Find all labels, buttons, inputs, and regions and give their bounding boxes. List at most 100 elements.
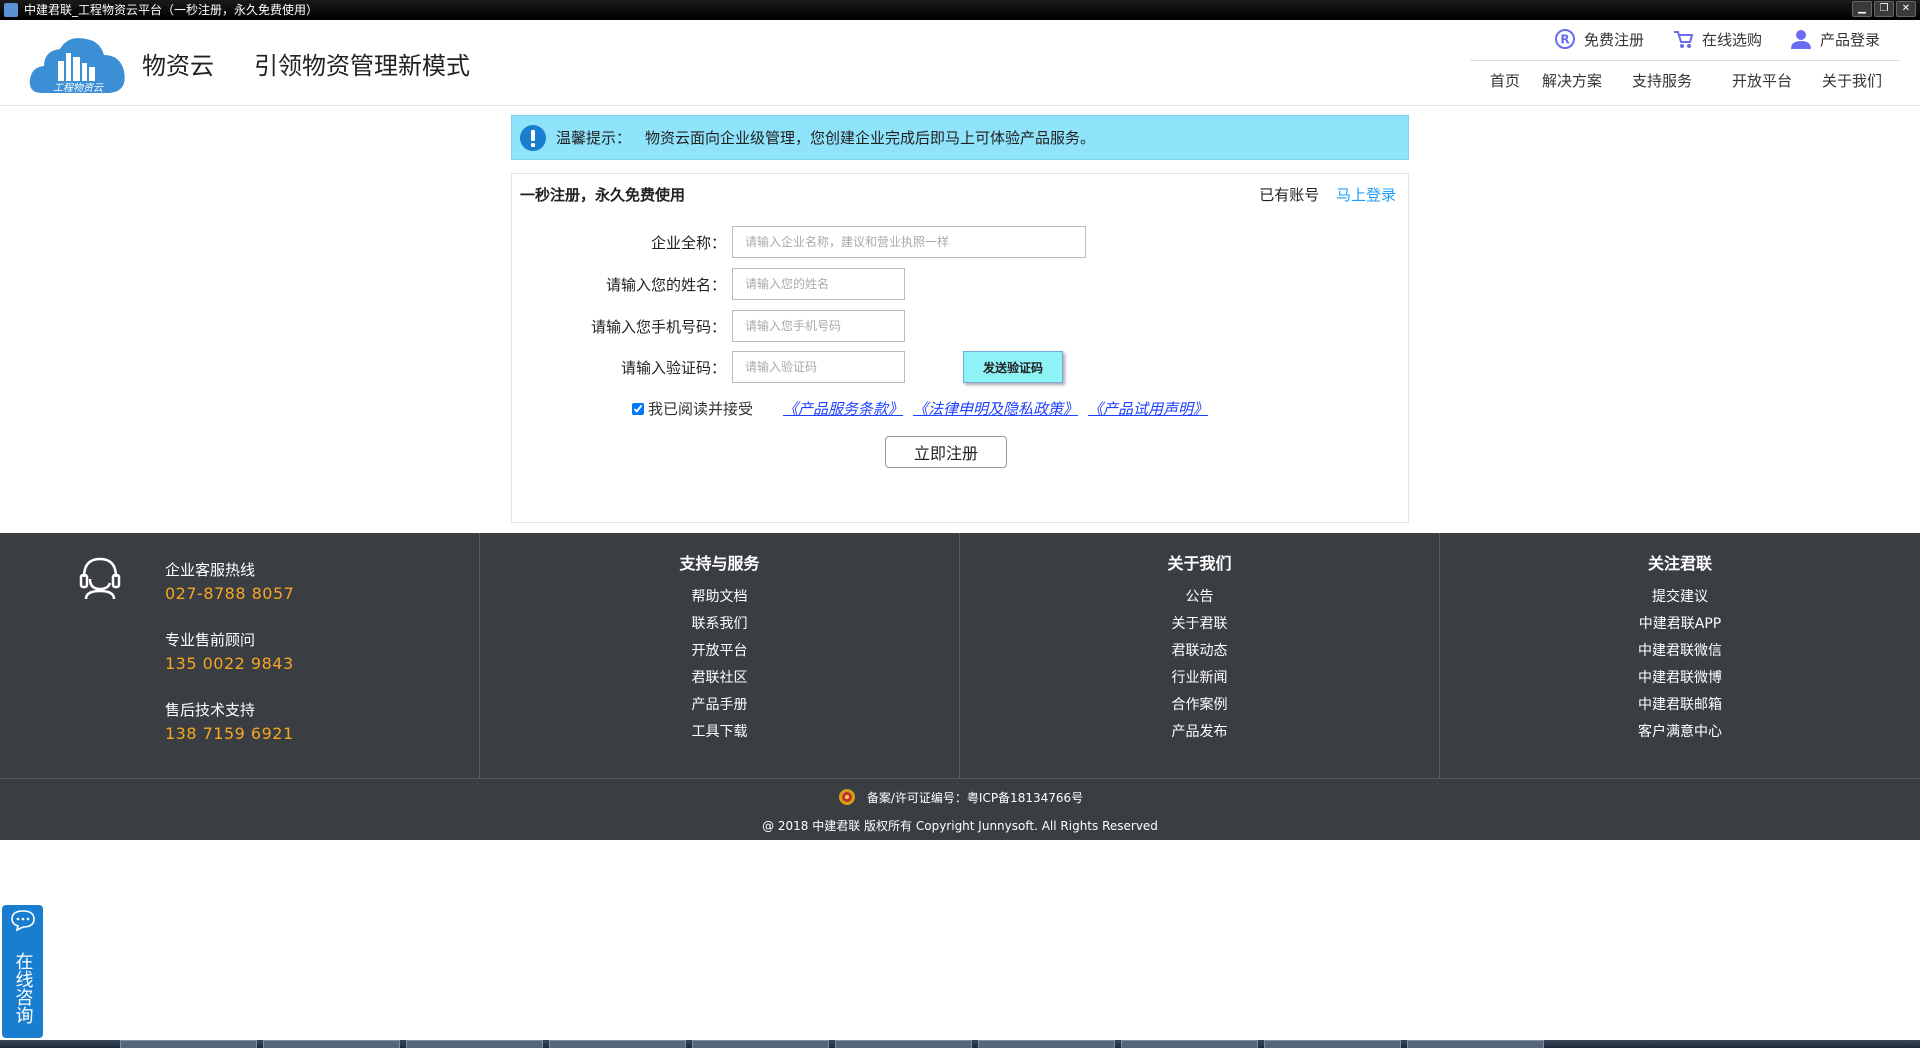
online-purchase-link[interactable]: 在线选购 bbox=[1672, 28, 1762, 50]
footer-section-support: 支持与服务 帮助文档 联系我们 开放平台 君联社区 产品手册 工具下载 bbox=[480, 533, 960, 778]
taskbar-item[interactable] bbox=[549, 1040, 686, 1048]
footer-link[interactable]: 中建君联微博 bbox=[1440, 665, 1920, 692]
contact-number: 027-8788 8057 bbox=[165, 584, 295, 603]
window-controls: ▁ ❐ ✕ bbox=[1852, 1, 1916, 17]
minimize-button[interactable]: ▁ bbox=[1852, 1, 1872, 17]
icp-text[interactable]: 备案/许可证编号：粤ICP备18134766号 bbox=[867, 789, 1083, 806]
taskbar-item[interactable] bbox=[978, 1040, 1115, 1048]
footer-link[interactable]: 行业新闻 bbox=[960, 665, 1439, 692]
footer-link[interactable]: 公告 bbox=[960, 584, 1439, 611]
policy-links: 《产品服务条款》 《法律申明及隐私政策》 《产品试用声明》 bbox=[783, 398, 1208, 419]
notice-label: 温馨提示： bbox=[556, 129, 632, 147]
have-account: 已有账号 马上登录 bbox=[1259, 184, 1396, 205]
header-divider bbox=[1470, 60, 1900, 61]
main-nav: 首页 解决方案 支持服务 开放平台 关于我们 bbox=[1490, 70, 1882, 91]
chat-bubble-icon bbox=[10, 910, 35, 932]
contact-title: 专业售前顾问 bbox=[165, 631, 256, 649]
footer-link[interactable]: 联系我们 bbox=[480, 611, 959, 638]
footer-bottom: 备案/许可证编号：粤ICP备18134766号 @ 2018 中建君联 版权所有… bbox=[0, 778, 1920, 840]
taskbar-item[interactable] bbox=[692, 1040, 829, 1048]
footer-hotline: 企业客服热线 027-8788 8057 专业售前顾问 135 0022 984… bbox=[0, 533, 480, 778]
name-label: 请输入您的姓名： bbox=[605, 275, 726, 294]
footer-link[interactable]: 关于君联 bbox=[960, 611, 1439, 638]
footer-heading: 关注君联 bbox=[1647, 554, 1712, 573]
footer-link[interactable]: 提交建议 bbox=[1440, 584, 1920, 611]
phone-label: 请输入您手机号码： bbox=[590, 317, 726, 336]
site-header: 工程物资云 物资云 引领物资管理新模式 R 免费注册 在线选购 产品登录 首页 … bbox=[0, 20, 1920, 106]
site-footer: 企业客服热线 027-8788 8057 专业售前顾问 135 0022 984… bbox=[0, 533, 1920, 778]
close-button[interactable]: ✕ bbox=[1896, 1, 1916, 17]
contact-title: 企业客服热线 bbox=[165, 561, 256, 579]
contact-aftersales: 售后技术支持 138 7159 6921 bbox=[165, 699, 294, 743]
footer-link[interactable]: 产品手册 bbox=[480, 692, 959, 719]
registered-icon: R bbox=[1554, 29, 1575, 49]
agree-row: 我已阅读并接受 bbox=[632, 398, 753, 419]
privacy-policy-link[interactable]: 《法律申明及隐私政策》 bbox=[913, 398, 1078, 419]
taskbar-item[interactable] bbox=[406, 1040, 543, 1048]
footer-link[interactable]: 中建君联APP bbox=[1440, 611, 1920, 638]
company-row: 企业全称： bbox=[512, 226, 1086, 258]
product-login-label: 产品登录 bbox=[1819, 30, 1880, 49]
footer-link[interactable]: 开放平台 bbox=[480, 638, 959, 665]
svg-text:R: R bbox=[1560, 33, 1569, 47]
login-now-link[interactable]: 马上登录 bbox=[1336, 186, 1396, 204]
nav-support[interactable]: 支持服务 bbox=[1632, 70, 1692, 91]
browser-app-icon bbox=[4, 3, 18, 17]
phone-row: 请输入您手机号码： bbox=[512, 310, 905, 342]
company-label: 企业全称： bbox=[650, 233, 726, 252]
notice-text: 物资云面向企业级管理，您创建企业完成后即马上可体验产品服务。 bbox=[645, 129, 1096, 147]
taskbar-item[interactable] bbox=[835, 1040, 972, 1048]
cloud-logo-icon: 工程物资云 bbox=[29, 38, 125, 94]
nav-home[interactable]: 首页 bbox=[1490, 70, 1520, 91]
slogan: 引领物资管理新模式 bbox=[254, 52, 470, 80]
free-register-link[interactable]: R 免费注册 bbox=[1554, 28, 1644, 50]
taskbar-item[interactable] bbox=[120, 1040, 257, 1048]
nav-solutions[interactable]: 解决方案 bbox=[1542, 70, 1602, 91]
info-icon bbox=[520, 124, 546, 151]
nav-about[interactable]: 关于我们 bbox=[1822, 70, 1882, 91]
code-input[interactable] bbox=[732, 351, 905, 383]
svg-text:工程物资云: 工程物资云 bbox=[53, 82, 104, 94]
footer-link[interactable]: 产品发布 bbox=[960, 719, 1439, 746]
online-purchase-label: 在线选购 bbox=[1701, 30, 1762, 49]
footer-link[interactable]: 工具下载 bbox=[480, 719, 959, 746]
site-logo[interactable]: 工程物资云 bbox=[28, 33, 128, 99]
footer-link[interactable]: 客户满意中心 bbox=[1440, 719, 1920, 746]
send-code-button[interactable]: 发送验证码 bbox=[963, 351, 1063, 383]
window-title: 中建君联_工程物资云平台（一秒注册，永久免费使用） bbox=[24, 3, 319, 17]
icp-row: 备案/许可证编号：粤ICP备18134766号 bbox=[0, 787, 1920, 807]
top-links: R 免费注册 在线选购 产品登录 bbox=[1554, 28, 1880, 50]
register-form: 一秒注册，永久免费使用 已有账号 马上登录 企业全称： 请输入您的姓名： 请输入… bbox=[511, 173, 1409, 523]
trial-statement-link[interactable]: 《产品试用声明》 bbox=[1088, 398, 1208, 419]
footer-link[interactable]: 中建君联邮箱 bbox=[1440, 692, 1920, 719]
contact-hotline: 企业客服热线 027-8788 8057 bbox=[165, 559, 294, 603]
register-button[interactable]: 立即注册 bbox=[885, 436, 1007, 468]
os-taskbar bbox=[0, 1040, 1920, 1048]
nav-open-platform[interactable]: 开放平台 bbox=[1732, 70, 1792, 91]
have-account-label: 已有账号 bbox=[1259, 186, 1320, 204]
online-consult-label: 在线咨询 bbox=[12, 952, 34, 1024]
online-consult-button[interactable]: 在线咨询 bbox=[2, 905, 43, 1038]
form-title: 一秒注册，永久免费使用 bbox=[520, 186, 686, 204]
footer-link[interactable]: 帮助文档 bbox=[480, 584, 959, 611]
footer-link[interactable]: 君联动态 bbox=[960, 638, 1439, 665]
footer-link[interactable]: 君联社区 bbox=[480, 665, 959, 692]
taskbar-item[interactable] bbox=[1121, 1040, 1258, 1048]
phone-input[interactable] bbox=[732, 310, 905, 342]
contact-presales: 专业售前顾问 135 0022 9843 bbox=[165, 629, 294, 673]
company-input[interactable] bbox=[732, 226, 1086, 258]
taskbar-item[interactable] bbox=[1264, 1040, 1401, 1048]
contact-number: 138 7159 6921 bbox=[165, 724, 294, 743]
agree-checkbox[interactable] bbox=[632, 402, 644, 415]
taskbar-item[interactable] bbox=[263, 1040, 400, 1048]
code-row: 请输入验证码： bbox=[512, 351, 905, 383]
footer-section-follow: 关注君联 提交建议 中建君联APP 中建君联微信 中建君联微博 中建君联邮箱 客… bbox=[1440, 533, 1920, 778]
product-login-link[interactable]: 产品登录 bbox=[1790, 28, 1880, 50]
notice-banner: 温馨提示： 物资云面向企业级管理，您创建企业完成后即马上可体验产品服务。 bbox=[511, 115, 1409, 160]
name-input[interactable] bbox=[732, 268, 905, 300]
taskbar-item[interactable] bbox=[1407, 1040, 1544, 1048]
maximize-button[interactable]: ❐ bbox=[1874, 1, 1894, 17]
footer-link[interactable]: 中建君联微信 bbox=[1440, 638, 1920, 665]
footer-link[interactable]: 合作案例 bbox=[960, 692, 1439, 719]
service-terms-link[interactable]: 《产品服务条款》 bbox=[783, 398, 903, 419]
